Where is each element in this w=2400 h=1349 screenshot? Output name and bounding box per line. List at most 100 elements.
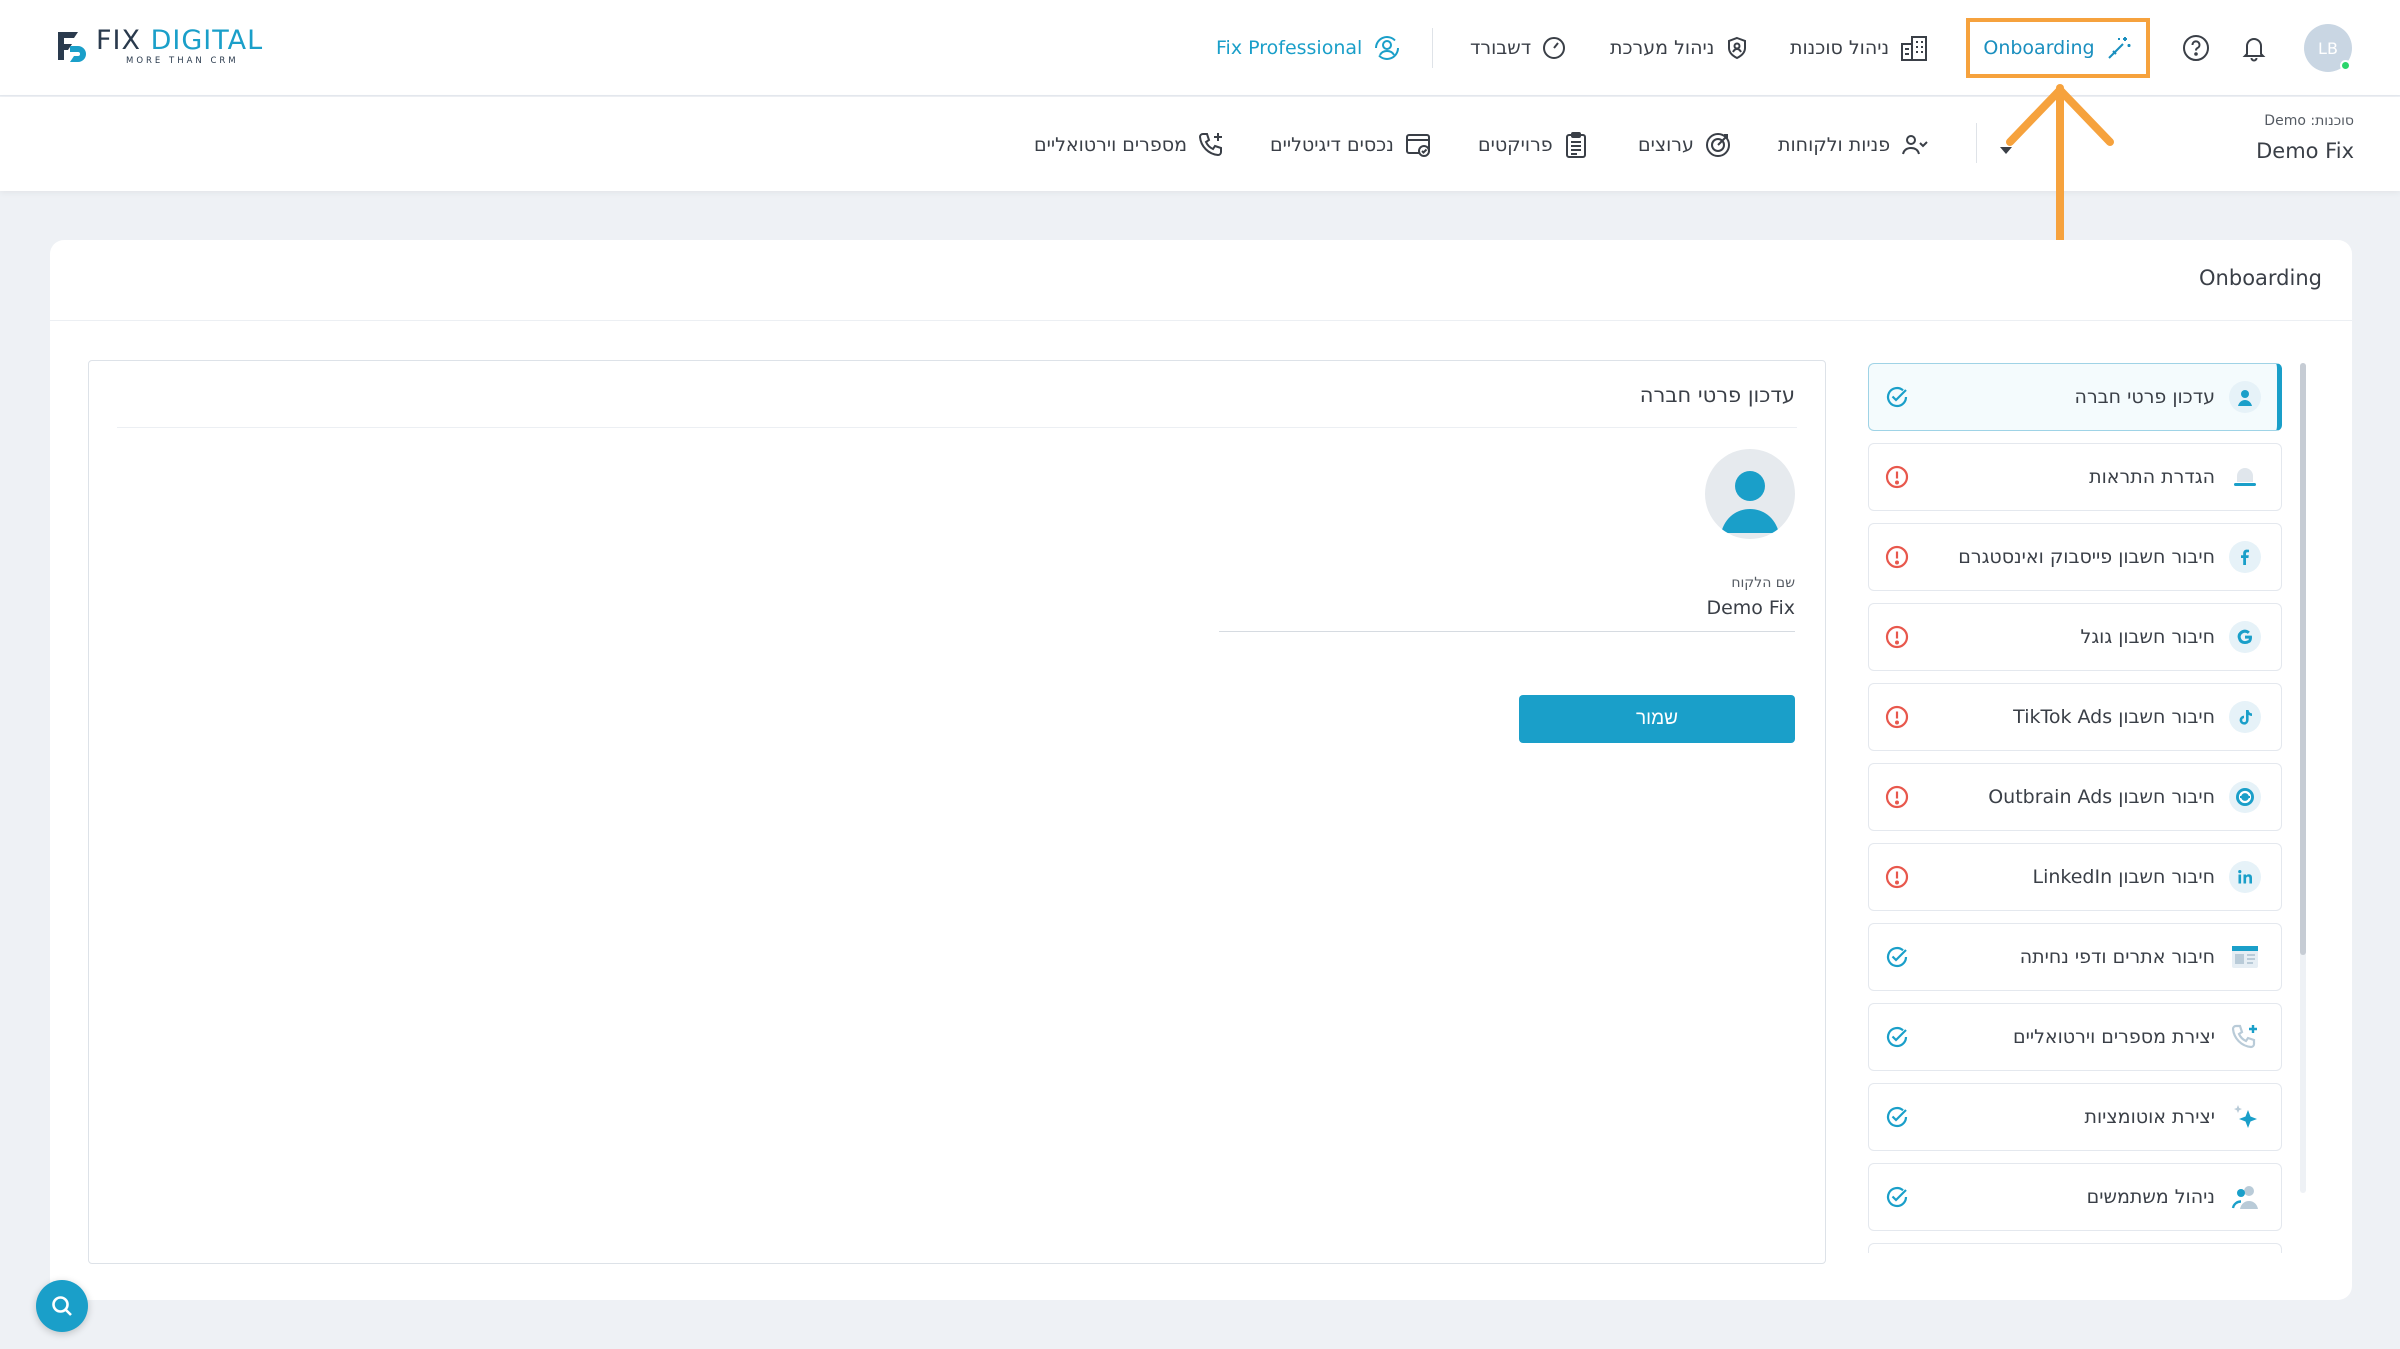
onboarding-steps-list: עדכון פרטי חברה הגדרת התראות חיבור חשבון… xyxy=(1868,363,2284,1253)
nav-fix-professional-label: Fix Professional xyxy=(1216,37,1363,59)
subnav-item-digital-assets[interactable]: נכסים דיגיטליים xyxy=(1270,125,1432,165)
nav-system-management[interactable]: ניהול מערכת xyxy=(1610,28,1750,68)
check-circle-icon xyxy=(1883,1023,1911,1051)
check-circle-icon xyxy=(1883,1183,1911,1211)
step-partial[interactable] xyxy=(1868,1243,2282,1253)
agency-label: סוכנות: Demo xyxy=(2264,113,2354,129)
user-avatar[interactable]: LB xyxy=(2304,24,2352,72)
search-icon xyxy=(52,1296,72,1316)
step-label: חיבור חשבון LinkedIn xyxy=(2032,866,2215,888)
onboarding-button-label: Onboarding xyxy=(1983,37,2095,59)
warning-circle-icon xyxy=(1883,863,1911,891)
step-label: חיבור אתרים ודפי נחיתה xyxy=(2019,946,2215,968)
brand-word-secondary: DIGITAL xyxy=(150,24,264,56)
onboarding-card: Onboarding עדכון פרטי חברה שם הלקוח Demo… xyxy=(50,240,2352,1300)
subnav-item-virtual-numbers[interactable]: מספרים וירטואליים xyxy=(1034,125,1225,165)
brand-tagline: MORE THAN CRM xyxy=(126,55,239,66)
nav-system-label: ניהול מערכת xyxy=(1610,37,1715,59)
brand-word-primary: FIX xyxy=(96,24,141,56)
panel-title: עדכון פרטי חברה xyxy=(1639,383,1795,407)
step-facebook-instagram[interactable]: חיבור חשבון פייסבוק ואינסטגרם xyxy=(1868,523,2282,591)
nav-separator xyxy=(1432,28,1433,68)
users-icon xyxy=(2229,1181,2261,1213)
warning-circle-icon xyxy=(1883,463,1911,491)
step-label: חיבור חשבון גוגל xyxy=(2080,626,2215,648)
steps-scroll-thumb[interactable] xyxy=(2300,363,2306,955)
steps-scrollbar[interactable] xyxy=(2300,363,2306,1193)
person-icon xyxy=(2229,381,2261,413)
nav-fix-professional[interactable]: Fix Professional xyxy=(1216,28,1402,68)
step-websites[interactable]: חיבור אתרים ודפי נחיתה xyxy=(1868,923,2282,991)
subnav-separator xyxy=(1976,123,1977,163)
phone-plus-icon xyxy=(2229,1021,2261,1053)
google-icon xyxy=(2229,621,2261,653)
user-initials: LB xyxy=(2318,38,2338,58)
page-title: Onboarding xyxy=(2199,266,2322,290)
shield-user-icon xyxy=(1728,36,1747,60)
step-outbrain[interactable]: חיבור חשבון Outbrain Ads xyxy=(1868,763,2282,831)
help-icon[interactable] xyxy=(2178,30,2214,66)
step-company-details[interactable]: עדכון פרטי חברה xyxy=(1868,363,2282,431)
outbrain-icon xyxy=(2229,781,2261,813)
agency-name[interactable]: Demo Fix xyxy=(2256,139,2354,163)
check-circle-icon xyxy=(1883,943,1911,971)
magic-wand-icon xyxy=(2107,37,2131,59)
phone-plus-icon xyxy=(1198,133,1222,157)
company-avatar[interactable] xyxy=(1705,449,1795,539)
subnav-item-projects-label: פרויקטים xyxy=(1478,134,1553,156)
step-linkedin[interactable]: חיבור חשבון LinkedIn xyxy=(1868,843,2282,911)
tiktok-icon xyxy=(2229,701,2261,733)
channels-icon xyxy=(1705,133,1730,157)
nav-dashboard[interactable]: דשבורד xyxy=(1470,28,1567,68)
step-tiktok[interactable]: חיבור חשבון TikTok Ads xyxy=(1868,683,2282,751)
step-google[interactable]: חיבור חשבון גוגל xyxy=(1868,603,2282,671)
user-sync-icon xyxy=(1375,36,1400,60)
nav-dashboard-label: דשבורד xyxy=(1470,37,1532,59)
step-label: חיבור חשבון פייסבוק ואינסטגרם xyxy=(1958,546,2215,568)
logo-mark-icon xyxy=(58,32,86,62)
notifications-bell-icon[interactable] xyxy=(2236,30,2272,66)
card-divider xyxy=(50,320,2352,321)
online-status-dot xyxy=(2340,60,2351,71)
linkedin-icon xyxy=(2229,861,2261,893)
subnav-item-channels[interactable]: ערוצים xyxy=(1638,125,1732,165)
brand-logo[interactable]: FIX DIGITAL MORE THAN CRM xyxy=(54,26,263,66)
bell-icon xyxy=(2229,461,2261,493)
clipboard-icon xyxy=(1565,132,1586,158)
warning-circle-icon xyxy=(1883,623,1911,651)
company-details-panel: עדכון פרטי חברה שם הלקוח Demo Fix שמור xyxy=(88,360,1826,1264)
warning-circle-icon xyxy=(1883,543,1911,571)
panel-divider xyxy=(117,427,1797,428)
step-virtual-numbers[interactable]: יצירת מספרים וירטואליים xyxy=(1868,1003,2282,1071)
subnav-item-channels-label: ערוצים xyxy=(1638,134,1694,156)
subnav-item-digital-assets-label: נכסים דיגיטליים xyxy=(1270,134,1394,156)
step-label: הגדרת התראות xyxy=(2089,466,2215,488)
save-button[interactable]: שמור xyxy=(1519,695,1795,743)
customer-name-field[interactable]: Demo Fix xyxy=(1219,597,1795,632)
subnav-item-projects[interactable]: פרויקטים xyxy=(1478,125,1589,165)
nav-agency-management[interactable]: ניהול סוכנות xyxy=(1790,28,1929,68)
step-user-management[interactable]: ניהול משתמשים xyxy=(1868,1163,2282,1231)
check-circle-icon xyxy=(1883,383,1911,411)
warning-circle-icon xyxy=(1883,703,1911,731)
step-notifications[interactable]: הגדרת התראות xyxy=(1868,443,2282,511)
users-icon xyxy=(1902,135,1928,155)
nav-agency-label: ניהול סוכנות xyxy=(1790,37,1890,59)
subnav-item-virtual-numbers-label: מספרים וירטואליים xyxy=(1034,134,1187,156)
step-automations[interactable]: יצירת אוטומציות xyxy=(1868,1083,2282,1151)
step-label: עדכון פרטי חברה xyxy=(2074,386,2215,408)
subnav-item-leads[interactable]: פניות ולקוחות xyxy=(1778,125,1928,165)
customer-name-label: שם הלקוח xyxy=(1731,575,1795,591)
buildings-icon xyxy=(1901,36,1928,61)
sparkle-icon xyxy=(2229,1101,2261,1133)
assets-icon xyxy=(1405,134,1430,157)
step-label: יצירת מספרים וירטואליים xyxy=(2013,1026,2215,1048)
person-icon xyxy=(1721,471,1779,533)
floating-search-button[interactable] xyxy=(36,1280,88,1332)
subnav-item-leads-label: פניות ולקוחות xyxy=(1778,134,1891,156)
check-circle-icon xyxy=(1883,1103,1911,1131)
step-label: ניהול משתמשים xyxy=(2086,1186,2215,1208)
step-label: חיבור חשבון TikTok Ads xyxy=(2013,706,2215,728)
onboarding-button[interactable]: Onboarding xyxy=(1966,18,2150,78)
facebook-icon xyxy=(2229,541,2261,573)
